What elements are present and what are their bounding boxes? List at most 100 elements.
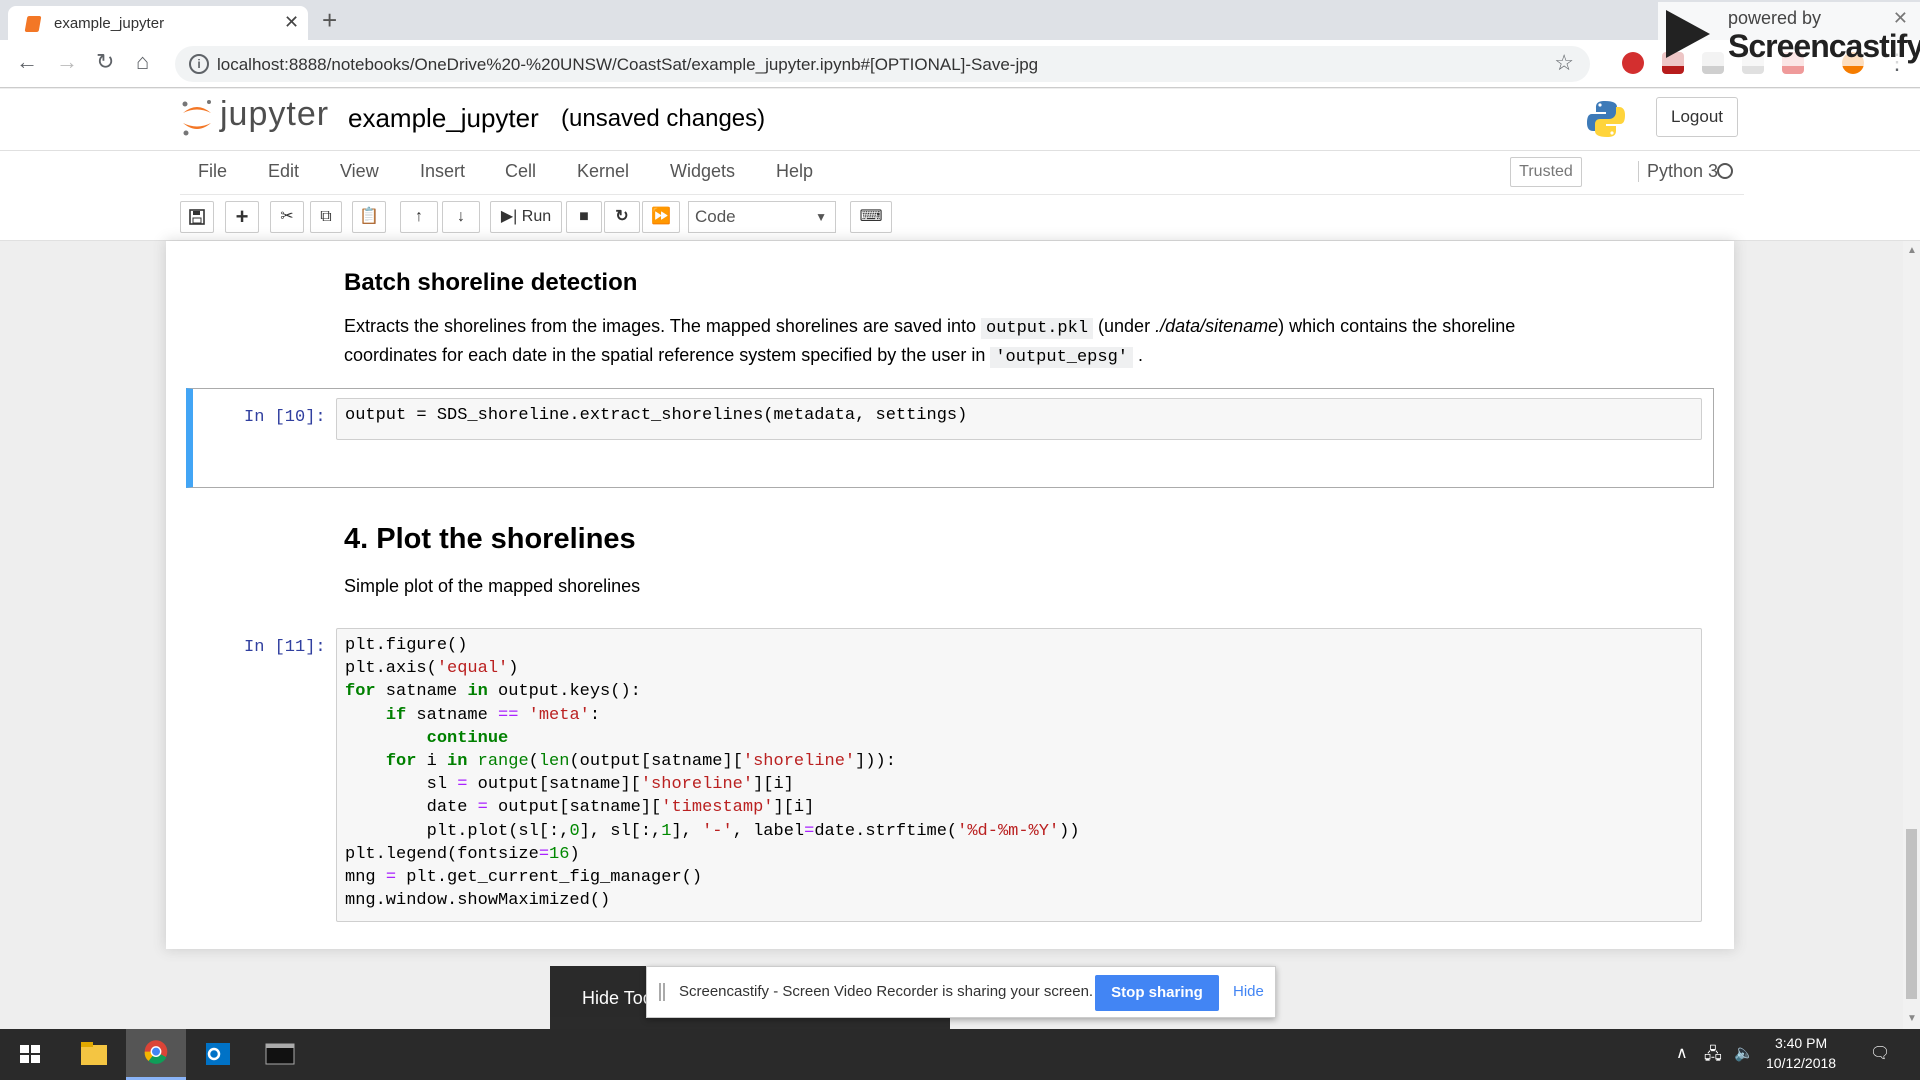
- screen-share-notification: Screencastify - Screen Video Recorder is…: [646, 966, 1276, 1018]
- bookmark-star-icon[interactable]: ☆: [1554, 50, 1574, 76]
- page-scrollbar[interactable]: ▲ ▼: [1903, 241, 1920, 1029]
- stop-sharing-button[interactable]: Stop sharing: [1095, 975, 1219, 1011]
- url-text[interactable]: localhost:8888/notebooks/OneDrive%20-%20…: [217, 55, 1038, 75]
- jupyter-header: jupyter example_jupyter (unsaved changes…: [0, 89, 1920, 151]
- run-label: Run: [521, 208, 552, 225]
- jupyter-menubar: File Edit View Insert Cell Kernel Widget…: [0, 151, 1920, 195]
- file-explorer-icon[interactable]: [64, 1029, 124, 1080]
- caret-down-icon: ▼: [815, 210, 827, 224]
- kernel-idle-icon: [1717, 163, 1733, 179]
- volume-icon[interactable]: 🔈: [1734, 1043, 1754, 1063]
- taskbar-clock[interactable]: 3:40 PM 10/12/2018: [1766, 1033, 1836, 1073]
- arrow-down-icon: ↓: [457, 208, 465, 225]
- paste-icon: 📋: [359, 208, 379, 225]
- logout-button[interactable]: Logout: [1656, 97, 1738, 137]
- reload-icon[interactable]: ↻: [96, 48, 114, 76]
- fast-forward-icon: ⏩: [651, 208, 671, 225]
- code-editor[interactable]: output = SDS_shoreline.extract_shoreline…: [336, 398, 1702, 440]
- chevron-up-icon[interactable]: ∧: [1676, 1043, 1688, 1063]
- clock-time: 3:40 PM: [1774, 1035, 1828, 1051]
- section-description: Simple plot of the mapped shorelines: [344, 576, 641, 596]
- chrome-icon[interactable]: [126, 1029, 186, 1080]
- interrupt-button[interactable]: ■: [566, 201, 602, 233]
- forward-arrow-icon[interactable]: →: [56, 48, 78, 76]
- new-tab-icon[interactable]: +: [322, 6, 337, 34]
- stop-icon: ■: [579, 208, 589, 225]
- terminal-icon[interactable]: [250, 1029, 310, 1080]
- save-status: (unsaved changes): [561, 105, 766, 132]
- menu-help[interactable]: Help: [776, 161, 813, 182]
- menu-cell[interactable]: Cell: [505, 161, 536, 182]
- command-palette-button[interactable]: ⌨: [850, 201, 892, 233]
- python-logo-icon: [1587, 101, 1625, 137]
- cell-prompt: In [10]:: [244, 408, 326, 427]
- arrow-up-icon: ↑: [415, 208, 423, 225]
- screencastify-name: Screencastify: [1728, 28, 1920, 64]
- windows-start-icon[interactable]: [0, 1029, 60, 1080]
- restart-button[interactable]: ↻: [604, 201, 640, 233]
- cell-type-value: Code: [695, 207, 736, 226]
- code-editor[interactable]: plt.figure() plt.axis('equal') for satna…: [336, 628, 1702, 922]
- scroll-down-icon[interactable]: ▼: [1907, 1013, 1917, 1024]
- menu-file[interactable]: File: [198, 161, 227, 182]
- powered-by-text: powered by: [1728, 8, 1822, 28]
- keyboard-icon: ⌨: [859, 208, 883, 225]
- info-icon[interactable]: i: [189, 54, 209, 74]
- scroll-up-icon[interactable]: ▲: [1907, 245, 1917, 256]
- run-button[interactable]: ▶| Run: [490, 201, 562, 233]
- opera-extension-icon[interactable]: [1622, 52, 1644, 74]
- drag-handle-icon[interactable]: [659, 983, 665, 1001]
- browser-tab-strip: example_jupyter ✕ +: [0, 0, 1920, 40]
- scroll-thumb[interactable]: [1906, 829, 1917, 999]
- text-segment: .: [1132, 345, 1143, 365]
- address-bar[interactable]: i localhost:8888/notebooks/OneDrive%20-%…: [175, 46, 1590, 82]
- notifications-icon[interactable]: 🗨: [1870, 1043, 1890, 1063]
- menu-insert[interactable]: Insert: [420, 161, 465, 182]
- clock-date: 10/12/2018: [1766, 1055, 1837, 1071]
- menu-kernel[interactable]: Kernel: [577, 161, 629, 182]
- copy-icon: ⧉: [320, 208, 332, 225]
- copy-button[interactable]: ⧉: [310, 201, 342, 233]
- notebook-page: Batch shoreline detection Extracts the s…: [166, 241, 1734, 949]
- kernel-name: Python 3: [1638, 161, 1718, 182]
- cell-type-select[interactable]: Code ▼: [688, 201, 836, 233]
- section-heading: 4. Plot the shorelines: [344, 523, 636, 555]
- back-arrow-icon[interactable]: ←: [16, 48, 38, 76]
- section-heading: Batch shoreline detection: [344, 269, 638, 296]
- jupyter-logo-icon[interactable]: [180, 99, 214, 137]
- browser-tab[interactable]: example_jupyter ✕: [8, 6, 308, 40]
- restart-run-all-button[interactable]: ⏩: [642, 201, 680, 233]
- jupyter-logo-text[interactable]: jupyter: [220, 95, 329, 134]
- cell-prompt: In [11]:: [244, 638, 326, 657]
- hide-button[interactable]: Hide: [1233, 983, 1264, 1000]
- plus-icon: +: [235, 204, 249, 229]
- notebook-toolbar: + ✂ ⧉ 📋 ↑ ↓ ▶| Run ■ ↻ ⏩ Code ▼ ⌨: [0, 195, 1920, 241]
- notebook-title[interactable]: example_jupyter: [348, 103, 539, 134]
- menu-edit[interactable]: Edit: [268, 161, 299, 182]
- menu-widgets[interactable]: Widgets: [670, 161, 735, 182]
- close-icon[interactable]: ✕: [284, 12, 299, 33]
- menu-view[interactable]: View: [340, 161, 379, 182]
- inline-code: output.pkl: [981, 318, 1094, 339]
- cut-button[interactable]: ✂: [270, 201, 304, 233]
- windows-taskbar: ∧ 🖧 🔈 3:40 PM 10/12/2018 🗨: [0, 1029, 1920, 1080]
- paste-button[interactable]: 📋: [352, 201, 386, 233]
- scissors-icon: ✂: [280, 208, 294, 225]
- close-icon[interactable]: ✕: [1893, 8, 1908, 29]
- home-icon[interactable]: ⌂: [136, 48, 149, 76]
- restart-icon: ↻: [615, 208, 629, 225]
- insert-cell-button[interactable]: +: [225, 201, 259, 233]
- share-message: Screencastify - Screen Video Recorder is…: [679, 983, 1094, 1000]
- outlook-icon[interactable]: [188, 1029, 248, 1080]
- emphasis-text: ./data/sitename: [1155, 316, 1279, 336]
- trusted-indicator[interactable]: Trusted: [1510, 157, 1582, 187]
- jupyter-favicon-icon: [24, 16, 42, 32]
- notebook-container: Batch shoreline detection Extracts the s…: [0, 241, 1903, 1029]
- text-segment: (under: [1093, 316, 1156, 336]
- network-icon[interactable]: 🖧: [1704, 1043, 1722, 1070]
- tab-title: example_jupyter: [54, 15, 165, 32]
- move-up-button[interactable]: ↑: [400, 201, 438, 233]
- section-description: Extracts the shorelines from the images.…: [344, 313, 1604, 371]
- move-down-button[interactable]: ↓: [442, 201, 480, 233]
- save-button[interactable]: [180, 201, 214, 233]
